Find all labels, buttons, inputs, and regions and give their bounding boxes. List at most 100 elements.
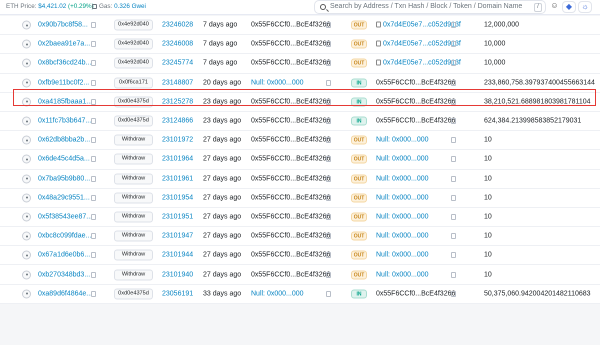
copy-icon[interactable] xyxy=(91,233,96,240)
to-address[interactable]: Null: 0x000...000 xyxy=(376,194,429,201)
gas-value[interactable]: 0.326 Gwei xyxy=(114,3,146,10)
copy-icon[interactable] xyxy=(326,271,331,278)
copy-icon[interactable] xyxy=(326,79,331,86)
copy-icon[interactable] xyxy=(326,233,331,240)
copy-icon[interactable] xyxy=(451,271,456,278)
gas-tracker[interactable]: Gas: 0.326 Gwei xyxy=(92,3,146,10)
copy-icon[interactable] xyxy=(451,22,456,29)
copy-icon[interactable] xyxy=(451,156,456,163)
view-details-icon[interactable] xyxy=(22,58,31,68)
block-link[interactable]: 23056191 xyxy=(162,290,193,297)
to-address-text[interactable]: 0x55F6CCf0...BcE4f3266 xyxy=(376,98,455,105)
copy-icon[interactable] xyxy=(451,213,456,220)
view-details-icon[interactable] xyxy=(22,97,31,107)
view-details-icon[interactable] xyxy=(22,250,31,260)
from-address[interactable]: 0x55F6CCf0...BcE4f3266 xyxy=(251,271,330,278)
view-details-icon[interactable] xyxy=(22,78,31,88)
view-details-icon[interactable] xyxy=(22,231,31,241)
txn-hash-link[interactable]: 0x90b7bc8f58... xyxy=(38,22,88,29)
copy-icon[interactable] xyxy=(91,271,96,278)
txn-hash-link[interactable]: 0xfb9e11bc0f2... xyxy=(38,79,89,86)
copy-icon[interactable] xyxy=(326,118,331,125)
copy-icon[interactable] xyxy=(91,175,96,182)
block-link[interactable]: 23101947 xyxy=(162,233,193,240)
block-link[interactable]: 23101940 xyxy=(162,271,193,278)
copy-icon[interactable] xyxy=(451,194,456,201)
txn-hash-link[interactable]: 0xa4185fbaaa1... xyxy=(38,98,92,105)
from-address[interactable]: 0x55F6CCf0...BcE4f3266 xyxy=(251,60,330,67)
block-link[interactable]: 23101954 xyxy=(162,194,193,201)
from-address[interactable]: 0x55F6CCf0...BcE4f3266 xyxy=(251,156,330,163)
view-details-icon[interactable] xyxy=(22,193,31,203)
txn-hash-link[interactable]: 0xbc8c099fdae... xyxy=(38,233,91,240)
copy-icon[interactable] xyxy=(326,41,331,48)
copy-icon[interactable] xyxy=(91,137,96,144)
txn-hash-link[interactable]: 0x8bcf36cd24b... xyxy=(38,60,91,67)
eth-price-value[interactable]: $4,421.02 xyxy=(38,3,66,10)
copy-icon[interactable] xyxy=(91,156,96,163)
to-address-text[interactable]: 0x7d4E05e7...c052d913f xyxy=(383,41,461,48)
txn-hash-link[interactable]: 0xb270348bd3... xyxy=(38,271,90,278)
to-address-text[interactable]: Null: 0x000...000 xyxy=(376,194,429,201)
copy-icon[interactable] xyxy=(451,118,456,125)
block-link[interactable]: 23101972 xyxy=(162,137,193,144)
txn-hash-link[interactable]: 0x5f38543ee87... xyxy=(38,213,92,220)
copy-icon[interactable] xyxy=(451,41,456,48)
to-address-text[interactable]: Null: 0x000...000 xyxy=(376,271,429,278)
from-address[interactable]: 0x55F6CCf0...BcE4f3266 xyxy=(251,41,330,48)
to-address[interactable]: 0x55F6CCf0...BcE4f3266 xyxy=(376,118,455,125)
txn-hash-link[interactable]: 0x6de45c4d5a... xyxy=(38,156,90,163)
txn-hash-link[interactable]: 0x48a29c9551... xyxy=(38,194,90,201)
view-details-icon[interactable] xyxy=(22,289,31,299)
to-address[interactable]: 0x55F6CCf0...BcE4f3266 xyxy=(376,98,455,105)
from-address[interactable]: 0x55F6CCf0...BcE4f3266 xyxy=(251,233,330,240)
search-bar[interactable]: Search by Address / Txn Hash / Block / T… xyxy=(314,0,546,14)
to-address-text[interactable]: Null: 0x000...000 xyxy=(376,233,429,240)
copy-icon[interactable] xyxy=(451,175,456,182)
copy-icon[interactable] xyxy=(91,213,96,220)
block-link[interactable]: 23148807 xyxy=(162,79,193,86)
user-icon[interactable]: ☺ xyxy=(549,1,560,13)
copy-icon[interactable] xyxy=(91,252,96,259)
theme-icon[interactable]: ☼ xyxy=(578,1,592,13)
copy-icon[interactable] xyxy=(451,252,456,259)
copy-icon[interactable] xyxy=(91,79,96,86)
from-address[interactable]: 0x55F6CCf0...BcE4f3266 xyxy=(251,194,330,201)
copy-icon[interactable] xyxy=(91,118,96,125)
copy-icon[interactable] xyxy=(326,156,331,163)
copy-icon[interactable] xyxy=(326,60,331,67)
to-address-text[interactable]: 0x55F6CCf0...BcE4f3266 xyxy=(376,290,455,297)
block-link[interactable]: 23246008 xyxy=(162,41,193,48)
to-address[interactable]: 0x55F6CCf0...BcE4f3266 xyxy=(376,290,455,297)
copy-icon[interactable] xyxy=(91,41,96,48)
from-address[interactable]: 0x55F6CCf0...BcE4f3266 xyxy=(251,213,330,220)
copy-icon[interactable] xyxy=(326,213,331,220)
view-details-icon[interactable] xyxy=(22,154,31,164)
from-address[interactable]: 0x55F6CCf0...BcE4f3266 xyxy=(251,252,330,259)
copy-icon[interactable] xyxy=(451,98,456,105)
search-input[interactable]: Search by Address / Txn Hash / Block / T… xyxy=(330,3,522,10)
to-address[interactable]: Null: 0x000...000 xyxy=(376,156,429,163)
txn-hash-link[interactable]: 0x62db8bba2b... xyxy=(38,137,90,144)
txn-hash-link[interactable]: 0xa89d6f4864e... xyxy=(38,290,92,297)
copy-icon[interactable] xyxy=(91,22,96,29)
block-link[interactable]: 23246028 xyxy=(162,22,193,29)
to-address[interactable]: Null: 0x000...000 xyxy=(376,213,429,220)
to-address[interactable]: Null: 0x000...000 xyxy=(376,233,429,240)
from-address[interactable]: 0x55F6CCf0...BcE4f3266 xyxy=(251,137,330,144)
copy-icon[interactable] xyxy=(326,290,331,297)
view-details-icon[interactable] xyxy=(22,270,31,280)
view-details-icon[interactable] xyxy=(22,116,31,126)
view-details-icon[interactable] xyxy=(22,39,31,49)
view-details-icon[interactable] xyxy=(22,20,31,30)
from-address[interactable]: 0x55F6CCf0...BcE4f3266 xyxy=(251,175,330,182)
ethereum-icon[interactable]: ◆ xyxy=(562,1,576,13)
to-address[interactable]: Null: 0x000...000 xyxy=(376,252,429,259)
from-address[interactable]: 0x55F6CCf0...BcE4f3266 xyxy=(251,22,330,29)
to-address[interactable]: Null: 0x000...000 xyxy=(376,175,429,182)
from-address[interactable]: Null: 0x000...000 xyxy=(251,290,304,297)
view-details-icon[interactable] xyxy=(22,135,31,145)
copy-icon[interactable] xyxy=(326,137,331,144)
block-link[interactable]: 23124866 xyxy=(162,118,193,125)
from-address[interactable]: Null: 0x000...000 xyxy=(251,79,304,86)
